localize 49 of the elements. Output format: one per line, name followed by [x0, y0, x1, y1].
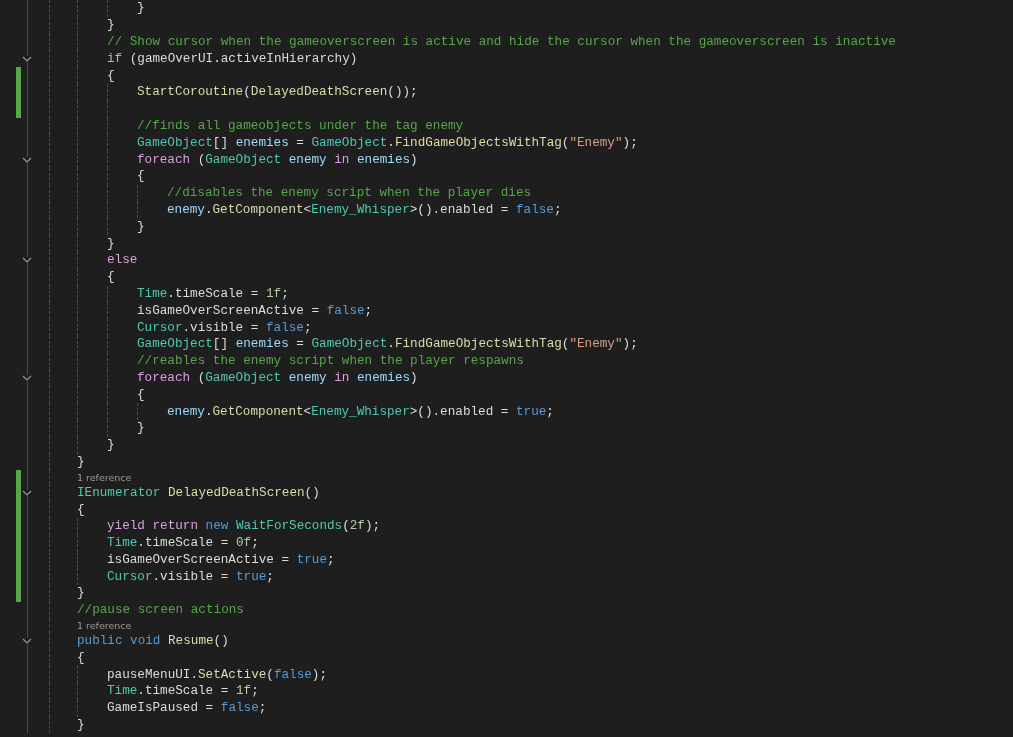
code-line: //reables the enemy script when the player respawns: [137, 353, 524, 370]
code-line: GameIsPaused = false;: [107, 700, 267, 717]
code-line: {: [77, 501, 85, 518]
code-line: //pause screen actions: [77, 602, 244, 619]
code-line: //finds all gameobjects under the tag enemy: [137, 117, 464, 134]
code-line: }: [137, 420, 145, 437]
chevron-icon[interactable]: [22, 374, 33, 381]
code-line: }: [77, 717, 85, 734]
code-line: }: [107, 437, 115, 454]
code-line: {: [137, 386, 145, 403]
reference-count-link[interactable]: 1 reference: [77, 470, 132, 484]
code-line: foreach (GameObject enemy in enemies): [137, 369, 418, 386]
code-line: enemy.GetComponent<Enemy_Whisper>().enabled = true;: [167, 403, 554, 420]
code-line: Time.timeScale = 0f;: [107, 535, 259, 552]
code-line: GameObject[] enemies = GameObject.FindGameObjectsWithTag("Enemy");: [137, 336, 638, 353]
chevron-icon[interactable]: [22, 55, 33, 62]
code-line: pauseMenuUI.SetActive(false);: [107, 666, 327, 683]
code-line: }: [77, 585, 85, 602]
reference-count-link[interactable]: 1 reference: [77, 619, 132, 633]
code-line: GameObject[] enemies = GameObject.FindGameObjectsWithTag("Enemy");: [137, 134, 638, 151]
chevron-icon[interactable]: [22, 257, 33, 264]
code-line: else: [107, 252, 138, 269]
code-line: }: [137, 0, 145, 17]
code-line: }: [107, 17, 115, 34]
code-line: IEnumerator DelayedDeathScreen(): [77, 484, 320, 501]
code-line: {: [137, 168, 145, 185]
code-line: isGameOverScreenActive = true;: [107, 551, 335, 568]
code-line: {: [77, 649, 85, 666]
code-line: }: [137, 218, 145, 235]
code-line: Time.timeScale = 1f;: [137, 285, 289, 302]
code-line: Cursor.visible = true;: [107, 568, 274, 585]
code-line: Cursor.visible = false;: [137, 319, 312, 336]
code-line: Time.timeScale = 1f;: [107, 683, 259, 700]
code-line: }: [107, 235, 115, 252]
code-line: }: [77, 453, 85, 470]
code-line: yield return new WaitForSeconds(2f);: [107, 518, 381, 535]
code-line: {: [107, 269, 115, 286]
chevron-icon[interactable]: [22, 156, 33, 163]
code-line: foreach (GameObject enemy in enemies): [137, 151, 418, 168]
chevron-icon[interactable]: [22, 489, 33, 496]
chevron-icon[interactable]: [22, 638, 33, 645]
code-line: public void Resume(): [77, 633, 229, 650]
code-line: // Show cursor when the gameoverscreen is active and hide the cursor when the gameoverscreen is inactive: [107, 34, 896, 50]
code-line: isGameOverScreenActive = false;: [137, 302, 373, 319]
code-line: {: [107, 67, 115, 84]
code-line: enemy.GetComponent<Enemy_Whisper>().enabled = false;: [167, 201, 562, 218]
code-line: StartCoroutine(DelayedDeathScreen());: [137, 84, 418, 101]
code-line: if (gameOverUI.activeInHierarchy): [107, 50, 358, 67]
code-line: //disables the enemy script when the player dies: [167, 185, 532, 202]
